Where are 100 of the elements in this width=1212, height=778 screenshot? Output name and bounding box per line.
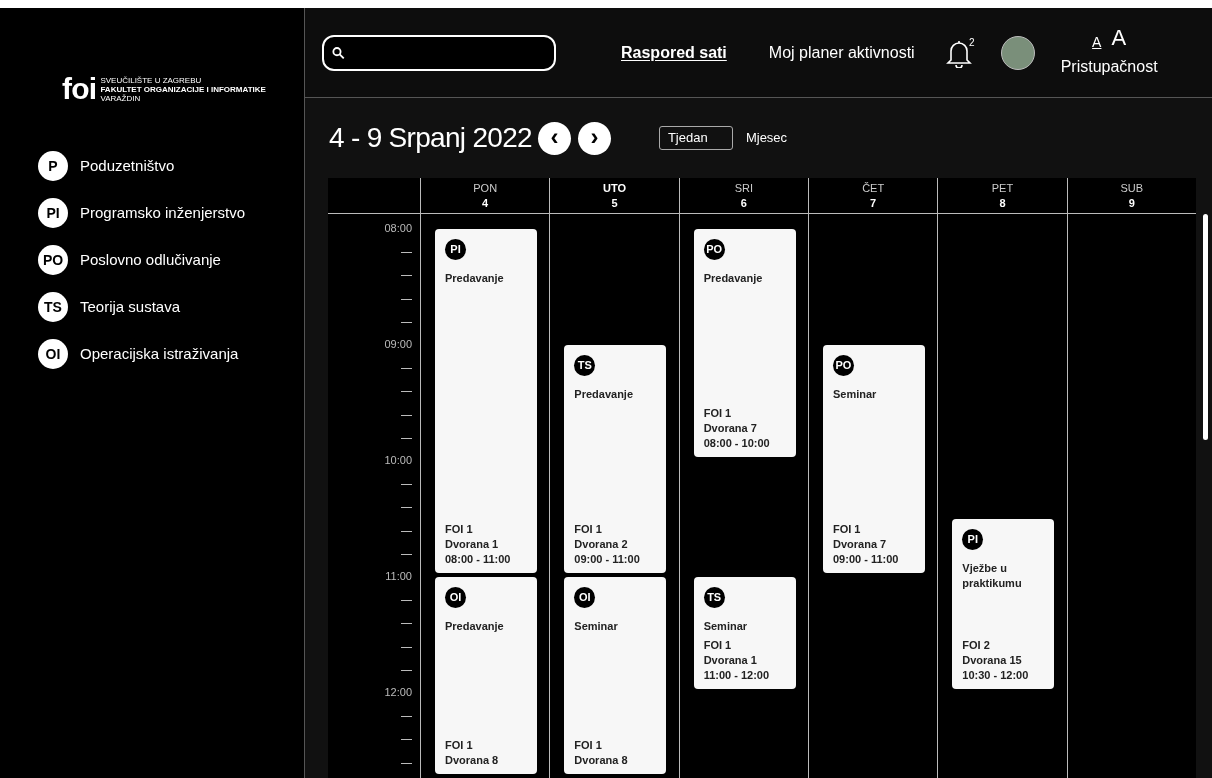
event-location: FOI 1	[445, 738, 474, 753]
tick-mark	[401, 321, 412, 323]
event-time: 08:00 - 10:00	[703, 436, 771, 451]
notification-count: 2	[969, 37, 975, 48]
day-date: 6	[740, 196, 747, 211]
next-button[interactable]: ›	[577, 121, 611, 155]
day-date: 9	[1128, 196, 1135, 211]
event-title: Predavanje	[445, 619, 505, 634]
day-name: ČET	[862, 181, 885, 196]
event-location: FOI 1	[703, 406, 733, 421]
tick-mark	[401, 298, 412, 300]
tick-mark	[401, 669, 412, 671]
subject-badge: OI	[445, 587, 466, 608]
subject-badge: OI	[574, 587, 596, 608]
subject-badge: PI	[38, 198, 68, 228]
tick-mark	[401, 414, 412, 416]
logo-text: FAKULTET ORGANIZACIJE I INFORMATIKE	[100, 84, 266, 94]
event-location: FOI 1	[445, 522, 474, 537]
subject-badge: TS	[38, 292, 68, 322]
subject-badge: TS	[703, 587, 725, 608]
tick-mark	[401, 275, 412, 277]
logo-text: SVEUČILIŠTE U ZAGREBU	[100, 75, 203, 85]
tick-mark	[401, 600, 412, 602]
event-card[interactable]: PI Vježbe u praktikumu FOI 2 Dvorana 15 10:30 - 12:00	[952, 519, 1055, 689]
event-card[interactable]: OI Seminar FOI 1 Dvorana 8	[564, 577, 667, 774]
event-location: FOI 1	[833, 522, 862, 537]
event-card[interactable]: OI Predavanje FOI 1 Dvorana 8	[435, 577, 537, 774]
subject-badge: PI	[962, 529, 984, 550]
event-title: Seminar	[833, 387, 878, 402]
avatar[interactable]	[1000, 35, 1035, 70]
subject-name[interactable]: Teorija sustava	[80, 295, 181, 319]
event-card[interactable]: PI Predavanje FOI 1 Dvorana 1 08:00 - 11:00	[435, 229, 537, 573]
tick-mark	[401, 437, 412, 439]
event-location: FOI 1	[703, 638, 733, 653]
view-tab[interactable]: Mjesec	[742, 126, 791, 150]
hour-label: 11:00	[385, 571, 412, 582]
tick-mark	[401, 553, 412, 555]
logo-mark: foi	[62, 74, 97, 104]
subject-name[interactable]: Programsko inženjerstvo	[80, 201, 246, 225]
previous-button[interactable]: ‹	[537, 121, 571, 155]
tick-mark	[401, 368, 412, 370]
event-room: Dvorana 7	[833, 537, 888, 552]
subject-badge: PO	[38, 245, 68, 275]
event-room: Dvorana 8	[445, 753, 500, 768]
tick-mark	[401, 252, 412, 254]
day-name: PET	[991, 181, 1014, 196]
nav-link[interactable]: Moj planer aktivnosti	[768, 40, 915, 65]
event-time: 08:00 - 11:00	[445, 552, 512, 567]
day-name: SRI	[734, 181, 753, 196]
subject-name[interactable]: Poduzetništvo	[80, 154, 175, 178]
search-field[interactable]	[322, 34, 556, 71]
hour-label: 08:00	[384, 223, 412, 234]
day-date: 8	[999, 196, 1006, 211]
event-time: 10:30 - 12:00	[962, 668, 1030, 683]
event-room: Dvorana 8	[574, 753, 629, 768]
event-card[interactable]: PO Predavanje FOI 1 Dvorana 7 08:00 - 10:00	[693, 229, 796, 457]
subject-badge: PO	[833, 355, 854, 376]
hour-label: 09:00	[384, 339, 412, 350]
event-title: Vježbe u praktikumu	[962, 561, 1023, 591]
day-name: SUB	[1120, 181, 1144, 196]
search-icon	[332, 45, 345, 60]
subject-badge: P	[38, 151, 68, 181]
view-tab[interactable]: Tjedan	[658, 126, 733, 150]
large-text-button[interactable]: A	[1111, 26, 1127, 49]
tick-mark	[401, 623, 412, 625]
event-location: FOI 2	[962, 638, 991, 653]
small-text-button[interactable]: A	[1092, 34, 1102, 49]
event-room: Dvorana 15	[962, 653, 1023, 668]
tick-mark	[401, 507, 412, 509]
subject-name[interactable]: Poslovno odlučivanje	[80, 248, 221, 272]
event-card[interactable]: PO Seminar FOI 1 Dvorana 7 09:00 - 11:00	[823, 345, 925, 573]
event-time: 09:00 - 11:00	[574, 552, 641, 567]
hour-label: 12:00	[384, 687, 412, 698]
event-time: 11:00 - 12:00	[703, 668, 771, 683]
subject-badge: TS	[574, 355, 596, 376]
day-date: 7	[870, 196, 877, 211]
event-title: Seminar	[703, 619, 749, 634]
event-card[interactable]: TS Seminar FOI 1 Dvorana 1 11:00 - 12:00	[693, 577, 796, 689]
tick-mark	[401, 716, 412, 718]
tick-mark	[401, 530, 412, 532]
day-name: PON	[473, 181, 498, 196]
event-title: Seminar	[574, 619, 619, 634]
tick-mark	[401, 646, 412, 648]
day-date: 5	[611, 196, 618, 211]
event-location: FOI 1	[574, 522, 603, 537]
tick-mark	[401, 762, 412, 764]
subject-badge: PO	[703, 239, 725, 260]
event-room: Dvorana 1	[445, 537, 500, 552]
event-room: Dvorana 7	[703, 421, 758, 436]
event-card[interactable]: TS Predavanje FOI 1 Dvorana 2 09:00 - 11:00	[564, 345, 667, 573]
subject-name[interactable]: Operacijska istraživanja	[80, 342, 239, 366]
nav-link[interactable]: Raspored sati	[621, 40, 727, 65]
event-title: Predavanje	[574, 387, 635, 402]
event-room: Dvorana 1	[703, 653, 758, 668]
day-name: UTO	[602, 181, 626, 196]
hour-label: 10:00	[384, 455, 412, 466]
event-title: Predavanje	[703, 271, 764, 286]
scrollbar-thumb[interactable]	[1203, 214, 1208, 440]
logo-text: VARAŽDIN	[100, 93, 142, 103]
day-date: 4	[482, 196, 489, 211]
